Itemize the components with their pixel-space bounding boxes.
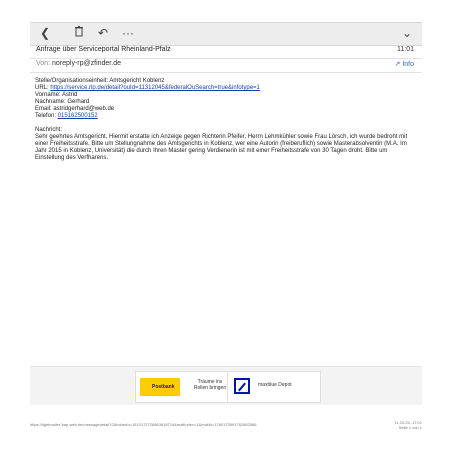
subject-row: Anfrage über Serviceportal Rheinland-Pfa… — [30, 44, 422, 59]
telefon-label: Telefon: — [35, 113, 57, 119]
info-button[interactable]: ↗ Info — [394, 60, 414, 68]
url-label: URL: — [35, 85, 49, 91]
message-text: Sehr geehrtes Amtsgericht, Hiermit ersta… — [35, 134, 408, 161]
nachname-line: Nachname: Gerhard — [35, 99, 90, 105]
email-time: 11:01 — [397, 46, 414, 53]
email-value: astridgerhard@web.de — [53, 106, 115, 112]
deutsche-bank-logo-icon — [234, 378, 250, 394]
from-label: Von: — [36, 60, 51, 67]
postbank-logo: Postbank — [140, 378, 180, 396]
print-url: https://lightmailer-bap.web.de/messagede… — [30, 422, 257, 427]
telefon-link[interactable]: 015162500152 — [58, 113, 98, 119]
nachricht-label: Nachricht: — [35, 127, 63, 133]
info-label: Info — [402, 61, 414, 68]
mail-toolbar: ❮ ↶ ··· ⌄ — [30, 22, 422, 46]
email-line: Email: astridgerhard@web.de — [35, 106, 415, 113]
forward-icon: ↗ — [394, 61, 401, 68]
postbank-claim: Träume ins Rollen bringen — [193, 379, 227, 391]
email-label: Email: — [35, 106, 52, 112]
from-address[interactable]: noreply-rp@zfinder.de — [52, 60, 121, 67]
maxblue-text: maxblue Depot — [258, 382, 292, 388]
email-body: Stelle/Organisationseinheit: Amtsgericht… — [35, 78, 415, 162]
email-subject: Anfrage über Serviceportal Rheinland-Pfa… — [36, 46, 171, 53]
deutsche-bank-ad[interactable]: maxblue Depot — [227, 371, 321, 403]
trash-icon[interactable] — [74, 25, 84, 41]
print-date-block: 11.10.25, 17:01 Seite 1 von 1 — [394, 420, 422, 430]
url-line: URL: https://service.rlp.de/detail?ouId=… — [35, 85, 415, 92]
chevron-down-icon[interactable]: ⌄ — [402, 25, 412, 41]
org-line: Stelle/Organisationseinheit: Amtsgericht… — [35, 78, 165, 84]
from-row: Von: noreply-rp@zfinder.de ↗ Info — [30, 58, 422, 73]
vorname-line: Vorname: Astrid — [35, 92, 78, 98]
url-link[interactable]: https://service.rlp.de/detail?ouId=11312… — [50, 85, 260, 91]
telefon-line: Telefon: 015162500152 — [35, 113, 415, 120]
print-page: Seite 1 von 1 — [398, 425, 422, 430]
reply-icon[interactable]: ↶ — [98, 25, 108, 41]
postbank-logo-text: Postbank — [152, 384, 175, 390]
ad-footer: Postbank Träume ins Rollen bringen maxbl… — [30, 366, 422, 405]
chevron-left-icon[interactable]: ❮ — [40, 25, 50, 41]
more-options-button[interactable]: ··· — [122, 25, 134, 41]
